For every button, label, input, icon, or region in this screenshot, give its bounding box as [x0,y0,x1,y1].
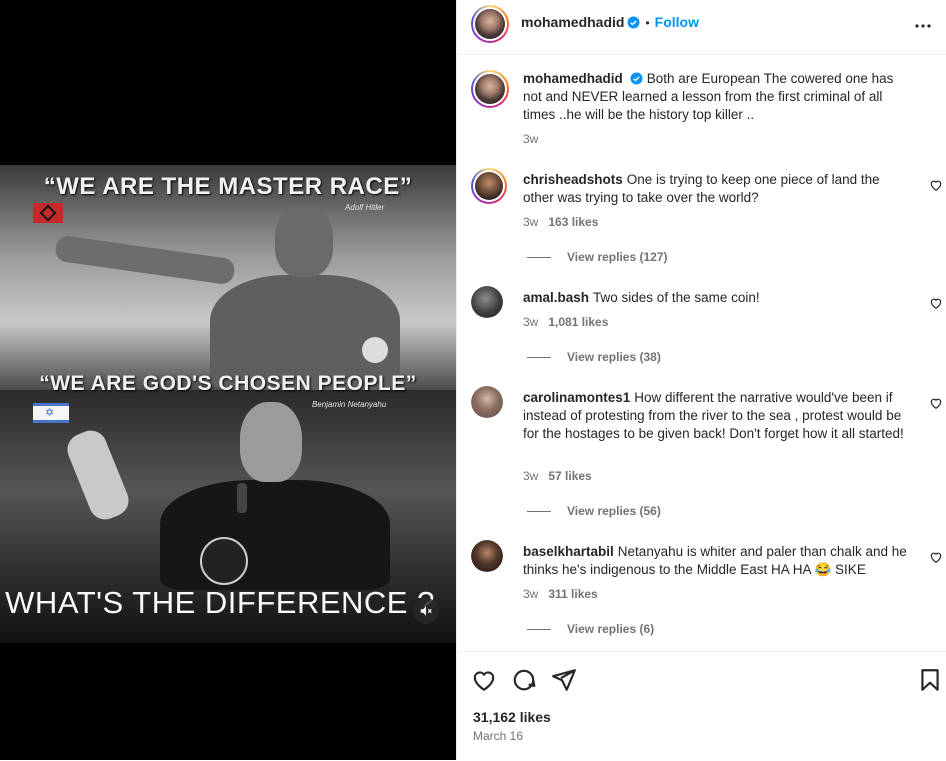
caption-time[interactable]: 3w [523,132,538,146]
post-actions: 31,162 likes March 16 [457,651,946,761]
middle-attribution: Benjamin Netanyahu [312,400,387,409]
verified-badge-icon [628,16,640,29]
share-send-icon[interactable] [551,667,577,693]
comment-avatar[interactable] [471,540,503,572]
likes-count[interactable]: 31,162 likes [473,709,551,725]
view-replies-button[interactable]: View replies (56) [527,504,661,518]
comments-list[interactable]: mohamedhadid Both are European The cowere… [457,54,946,650]
replies-line [527,256,551,258]
post-side-panel: mohamedhadid • Follow mohamedhadid Both are… [456,0,946,760]
figure-2-head [240,402,302,482]
comment-time[interactable]: 3w [523,315,538,329]
comment-username[interactable]: amal.bash [523,290,589,305]
comment-likes[interactable]: 57 likes [548,469,591,483]
view-replies-button[interactable]: View replies (38) [527,350,661,364]
post-image[interactable]: “WE ARE THE MASTER RACE” Adolf Hitler “W… [0,165,456,643]
comment-likes[interactable]: 311 likes [548,587,597,601]
like-comment-heart-icon[interactable] [929,550,943,564]
comment-time[interactable]: 3w [523,469,538,483]
replies-line [527,510,551,512]
post-header: mohamedhadid • Follow [457,0,946,55]
caption-avatar[interactable] [471,70,509,108]
comment-username[interactable]: chrisheadshots [523,172,623,187]
post-media[interactable]: “WE ARE THE MASTER RACE” Adolf Hitler “W… [0,0,456,760]
follow-button[interactable]: Follow [655,14,699,30]
podium-seal [200,537,248,585]
post-date[interactable]: March 16 [473,729,523,743]
microphone [237,483,247,513]
replies-line [527,628,551,630]
like-comment-heart-icon[interactable] [929,178,943,192]
bookmark-icon[interactable] [917,667,943,693]
comment-username[interactable]: baselkhartabil [523,544,614,559]
comment-avatar[interactable] [471,286,503,318]
red-flag-icon [33,203,63,223]
comment-likes[interactable]: 163 likes [548,215,598,229]
comment-avatar[interactable] [471,386,503,418]
comment-time[interactable]: 3w [523,587,538,601]
comment-text: Two sides of the same coin! [593,290,760,305]
like-heart-icon[interactable] [471,667,497,693]
armband-emblem [362,337,388,363]
top-attribution: Adolf Hitler [345,203,385,212]
top-headline: “WE ARE THE MASTER RACE” [43,173,413,200]
like-comment-heart-icon[interactable] [929,296,943,310]
author-username[interactable]: mohamedhadid [521,14,624,30]
comment-avatar[interactable] [471,168,507,204]
like-comment-heart-icon[interactable] [929,396,943,410]
comment-username[interactable]: carolinamontes1 [523,390,630,405]
more-horizontal-icon[interactable] [911,14,935,38]
author-avatar[interactable] [471,5,509,43]
separator-dot: • [645,16,650,30]
mute-button[interactable] [413,598,439,624]
view-replies-button[interactable]: View replies (6) [527,622,654,636]
figure-2-body [160,480,390,590]
view-replies-button[interactable]: View replies (127) [527,250,668,264]
middle-headline: “WE ARE GOD'S CHOSEN PEOPLE” [39,372,417,395]
caption-username[interactable]: mohamedhadid [523,71,623,86]
comment-icon[interactable] [511,667,537,693]
speaker-muted-icon [420,606,432,616]
replies-line [527,356,551,358]
figure-1-head [275,205,333,277]
bottom-caption: WHAT'S THE DIFFERENCE ? [5,585,435,620]
verified-badge-icon [630,72,643,85]
blue-white-flag-icon [33,403,69,423]
comment-likes[interactable]: 1,081 likes [548,315,608,329]
comment-time[interactable]: 3w [523,215,538,229]
